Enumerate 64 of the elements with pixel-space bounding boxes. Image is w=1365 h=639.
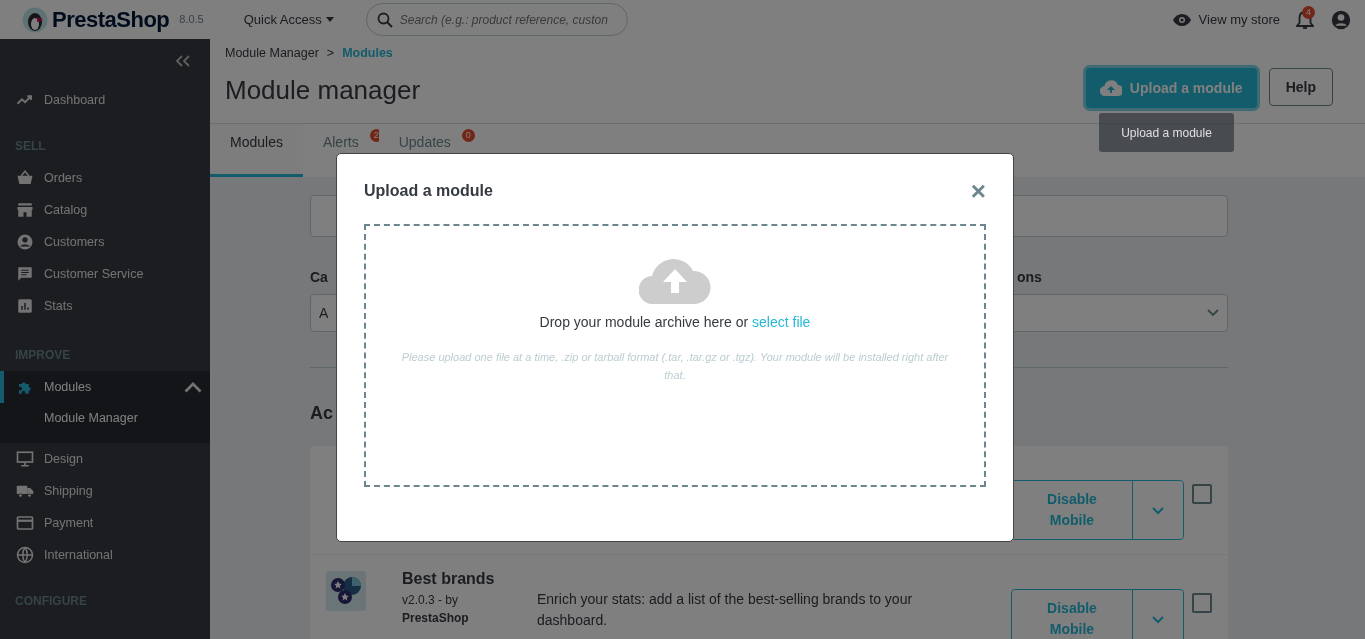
modal-title: Upload a module: [364, 181, 493, 201]
module-author: PrestaShop: [402, 610, 470, 627]
sidebar-item[interactable]: Orders: [0, 162, 210, 194]
sidebar-item[interactable]: Dashboard: [0, 84, 210, 116]
upload-cloud-icon: [1099, 80, 1122, 96]
account-icon[interactable]: [1331, 9, 1351, 30]
sidebar-item[interactable]: Design: [0, 443, 210, 475]
collapse-icon[interactable]: [176, 55, 190, 67]
section-heading: Ac: [310, 402, 334, 425]
module-version: v2.0.3 - by: [402, 592, 460, 609]
breadcrumb-link[interactable]: Module Manager: [225, 46, 319, 60]
notifications-icon[interactable]: [1296, 9, 1314, 30]
count-badge: 0: [461, 129, 475, 142]
chat-icon: [16, 265, 34, 283]
tooltip: Upload a module: [1099, 113, 1234, 152]
upload-button[interactable]: Upload a module: [1085, 68, 1257, 108]
module-description: Enrich your stats: add a list of the best-selling brands to your dashboard.: [537, 590, 914, 630]
eye-icon: [1172, 13, 1191, 26]
caret-icon: [325, 17, 334, 22]
help-button[interactable]: Help: [1268, 68, 1333, 106]
select-file-link[interactable]: select file: [752, 314, 811, 330]
chevron-down-icon: [1207, 309, 1219, 317]
sidebar-item[interactable]: Customer Service: [0, 258, 210, 290]
globe-icon: [16, 546, 34, 564]
chevron-down-icon: [1152, 615, 1164, 624]
checkbox[interactable]: [1192, 593, 1212, 613]
breadcrumb-separator: >: [326, 46, 335, 60]
chevron-down-icon: [1152, 506, 1164, 515]
close-button[interactable]: ×: [970, 178, 986, 204]
drop-instruction: Drop your module archive here or select file: [538, 313, 812, 332]
disable-mobile-button[interactable]: Disable Mobile: [1012, 590, 1133, 639]
page-title: Module manager: [225, 73, 422, 107]
logo-icon: [22, 6, 48, 33]
credit-card-icon: [16, 514, 34, 532]
module-logo-icon: [326, 571, 366, 611]
monitor-icon: [16, 450, 34, 468]
sidebar-item[interactable]: Catalog: [0, 194, 210, 226]
sidebar-subitem[interactable]: Module Manager: [0, 403, 210, 443]
sidebar-item[interactable]: International: [0, 539, 210, 571]
filter-label: Ca: [310, 268, 328, 287]
module-name: Best brands: [402, 569, 496, 589]
store-icon: [16, 201, 34, 219]
basket-icon: [16, 169, 34, 187]
breadcrumb-link[interactable]: Modules: [342, 46, 393, 60]
version-label: 8.0.5: [179, 12, 204, 28]
search-icon: [376, 12, 393, 28]
notification-count: 4: [1302, 6, 1315, 19]
checkbox[interactable]: [1192, 484, 1212, 504]
logo-text: PrestaShop: [52, 6, 170, 34]
sidebar-item[interactable]: Shipping: [0, 475, 210, 507]
disable-mobile-button[interactable]: Disable Mobile: [1012, 481, 1133, 539]
upload-hint: Please upload one file at a time, .zip or tarball format (.tar, .tar.gz or .tgz). Your module will be installed right after that.: [400, 350, 950, 383]
drop-zone[interactable]: Drop your module archive here or select file Please upload one file at a time, .zip or tarball format (.tar, .tar.gz or .tgz). Your module will be installed right after that.: [364, 224, 986, 487]
upload-cloud-icon: [639, 256, 711, 304]
user-icon: [16, 233, 34, 251]
bar-chart-icon: [16, 297, 34, 315]
view-store-link[interactable]: View my store: [1172, 9, 1280, 30]
filter-label: ons: [1017, 268, 1042, 287]
sidebar-item[interactable]: Payment: [0, 507, 210, 539]
quick-access-menu[interactable]: Quick Access: [243, 9, 334, 30]
sidebar-item[interactable]: Customers: [0, 226, 210, 258]
sidebar-item[interactable]: Modules: [0, 371, 210, 403]
search-field[interactable]: Search (e.g.: product reference, custon: [365, 3, 628, 36]
sidebar-item[interactable]: Stats: [0, 290, 210, 322]
